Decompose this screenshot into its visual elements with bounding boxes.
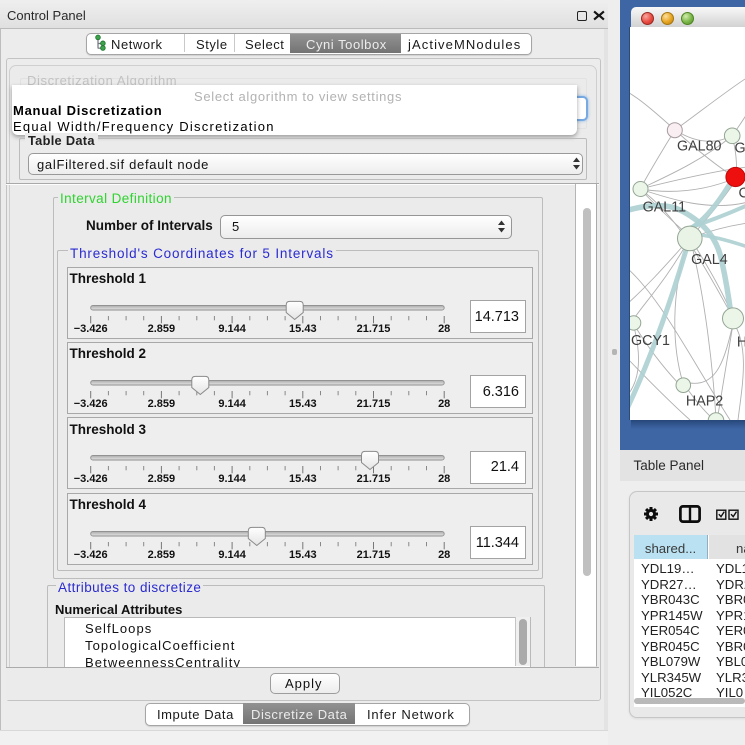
svg-text:GAL80: GAL80	[677, 139, 722, 155]
svg-text:28: 28	[438, 473, 450, 485]
svg-text:H: H	[737, 334, 745, 350]
svg-text:GCY1: GCY1	[631, 333, 670, 349]
svg-text:15.43: 15.43	[289, 323, 317, 335]
svg-text:HAP2: HAP2	[686, 393, 723, 409]
svg-text:2.859: 2.859	[147, 398, 175, 410]
svg-text:28: 28	[438, 549, 450, 561]
svg-text:GA: GA	[735, 141, 745, 157]
svg-text:15.43: 15.43	[289, 549, 317, 561]
svg-text:−3.426: −3.426	[73, 473, 107, 485]
svg-text:9.144: 9.144	[218, 473, 246, 485]
svg-text:21.715: 21.715	[356, 323, 390, 335]
svg-text:GAL4: GAL4	[691, 252, 728, 268]
svg-text:−3.426: −3.426	[73, 549, 107, 561]
svg-text:2.859: 2.859	[147, 549, 175, 561]
svg-text:−3.426: −3.426	[73, 323, 107, 335]
svg-text:−3.426: −3.426	[73, 398, 107, 410]
svg-text:21.715: 21.715	[356, 549, 390, 561]
svg-text:15.43: 15.43	[289, 398, 317, 410]
svg-text:2.859: 2.859	[147, 323, 175, 335]
svg-text:21.715: 21.715	[356, 473, 390, 485]
svg-text:C: C	[739, 186, 745, 202]
svg-text:21.715: 21.715	[356, 398, 390, 410]
svg-text:9.144: 9.144	[218, 323, 246, 335]
svg-text:28: 28	[438, 323, 450, 335]
svg-text:GAL11: GAL11	[643, 200, 686, 216]
svg-text:2.859: 2.859	[147, 473, 175, 485]
svg-text:28: 28	[438, 398, 450, 410]
svg-text:15.43: 15.43	[289, 473, 317, 485]
svg-text:9.144: 9.144	[218, 398, 246, 410]
svg-text:9.144: 9.144	[218, 549, 246, 561]
